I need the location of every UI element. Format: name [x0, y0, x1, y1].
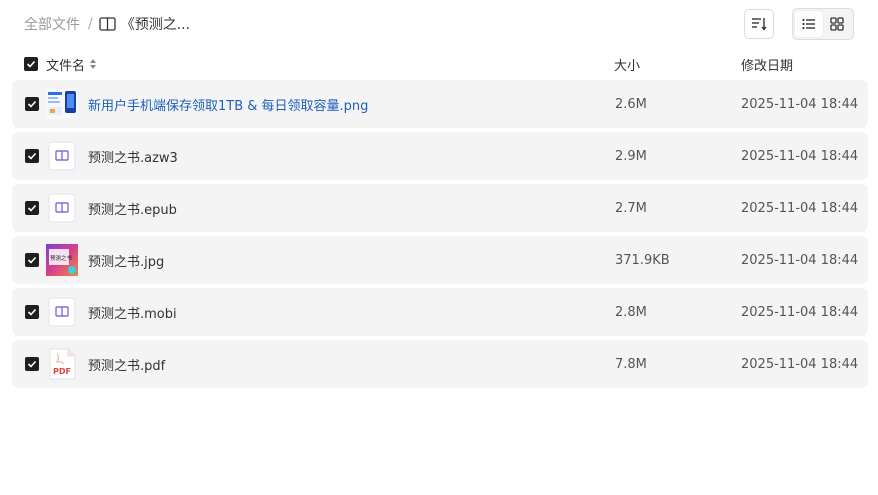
- row-checkbox[interactable]: [25, 97, 39, 111]
- file-name[interactable]: 预测之书.mobi: [88, 303, 177, 322]
- breadcrumb-root-link[interactable]: 全部文件: [24, 14, 80, 34]
- file-size: 371.9KB: [615, 252, 670, 268]
- view-toolbar: [744, 8, 854, 40]
- list-view-button[interactable]: [795, 11, 823, 37]
- file-row[interactable]: 预测之书.azw3 2.9M 2025-11-04 18:44: [12, 132, 868, 180]
- file-row[interactable]: PDF 预测之书.pdf 7.8M 2025-11-04 18:44: [12, 340, 868, 388]
- pdf-badge: PDF: [53, 367, 71, 376]
- check-icon: [27, 100, 37, 108]
- breadcrumb: 全部文件 / 《预测之...: [24, 14, 190, 34]
- file-size: 2.6M: [615, 96, 647, 112]
- ebook-file-icon: [46, 192, 78, 224]
- file-name[interactable]: 预测之书.epub: [88, 199, 177, 218]
- file-name[interactable]: 预测之书.jpg: [88, 251, 164, 270]
- file-date: 2025-11-04 18:44: [741, 96, 859, 112]
- breadcrumb-separator: /: [88, 16, 93, 32]
- file-size: 2.8M: [615, 304, 647, 320]
- row-checkbox[interactable]: [25, 357, 39, 371]
- file-row[interactable]: 预测之书.mobi 2.8M 2025-11-04 18:44: [12, 288, 868, 336]
- file-size: 2.9M: [615, 148, 647, 164]
- pdf-file-icon: PDF: [46, 348, 78, 380]
- sort-lines-icon: [752, 18, 767, 31]
- image-thumbnail-icon: [46, 88, 78, 120]
- sort-toggle-icon: [90, 59, 97, 69]
- grid-view-icon: [830, 17, 844, 31]
- file-date: 2025-11-04 18:44: [741, 304, 859, 320]
- breadcrumb-current-folder: 《预测之...: [120, 17, 191, 33]
- cover-title-text: 预测之书: [50, 254, 73, 262]
- file-list: 新用户手机端保存领取1TB & 每日领取容量.png 2.6M 2025-11-…: [12, 80, 868, 392]
- ebook-file-icon: [46, 296, 78, 328]
- view-mode-toggle: [792, 8, 854, 40]
- row-checkbox[interactable]: [25, 305, 39, 319]
- file-name[interactable]: 预测之书.azw3: [88, 147, 178, 166]
- file-date: 2025-11-04 18:44: [741, 356, 859, 372]
- file-row[interactable]: 预测之书 预测之书.jpg 371.9KB 2025-11-04 18:44: [12, 236, 868, 284]
- grid-view-button[interactable]: [823, 11, 851, 37]
- check-icon: [27, 360, 37, 368]
- ebook-file-icon: [46, 140, 78, 172]
- list-view-icon: [802, 18, 815, 30]
- table-header: 文件名 大小 修改日期: [12, 50, 868, 78]
- column-header-name-label: 文件名: [46, 58, 86, 74]
- file-name[interactable]: 预测之书.pdf: [88, 355, 165, 374]
- select-all-checkbox[interactable]: [24, 57, 38, 71]
- column-header-date: 修改日期: [741, 58, 794, 74]
- file-row[interactable]: 预测之书.epub 2.7M 2025-11-04 18:44: [12, 184, 868, 232]
- check-icon: [27, 308, 37, 316]
- book-cover-thumbnail-icon: 预测之书: [46, 244, 78, 276]
- column-header-name[interactable]: 文件名: [46, 55, 97, 74]
- column-header-size: 大小: [614, 58, 641, 74]
- book-icon: [99, 17, 116, 31]
- check-icon: [27, 152, 37, 160]
- sort-button[interactable]: [744, 9, 774, 39]
- file-name-link[interactable]: 新用户手机端保存领取1TB & 每日领取容量.png: [88, 95, 368, 114]
- check-icon: [26, 60, 36, 68]
- check-icon: [27, 256, 37, 264]
- row-checkbox[interactable]: [25, 253, 39, 267]
- file-date: 2025-11-04 18:44: [741, 200, 859, 216]
- file-size: 2.7M: [615, 200, 647, 216]
- file-date: 2025-11-04 18:44: [741, 148, 859, 164]
- file-size: 7.8M: [615, 356, 647, 372]
- row-checkbox[interactable]: [25, 149, 39, 163]
- row-checkbox[interactable]: [25, 201, 39, 215]
- file-row[interactable]: 新用户手机端保存领取1TB & 每日领取容量.png 2.6M 2025-11-…: [12, 80, 868, 128]
- file-date: 2025-11-04 18:44: [741, 252, 859, 268]
- check-icon: [27, 204, 37, 212]
